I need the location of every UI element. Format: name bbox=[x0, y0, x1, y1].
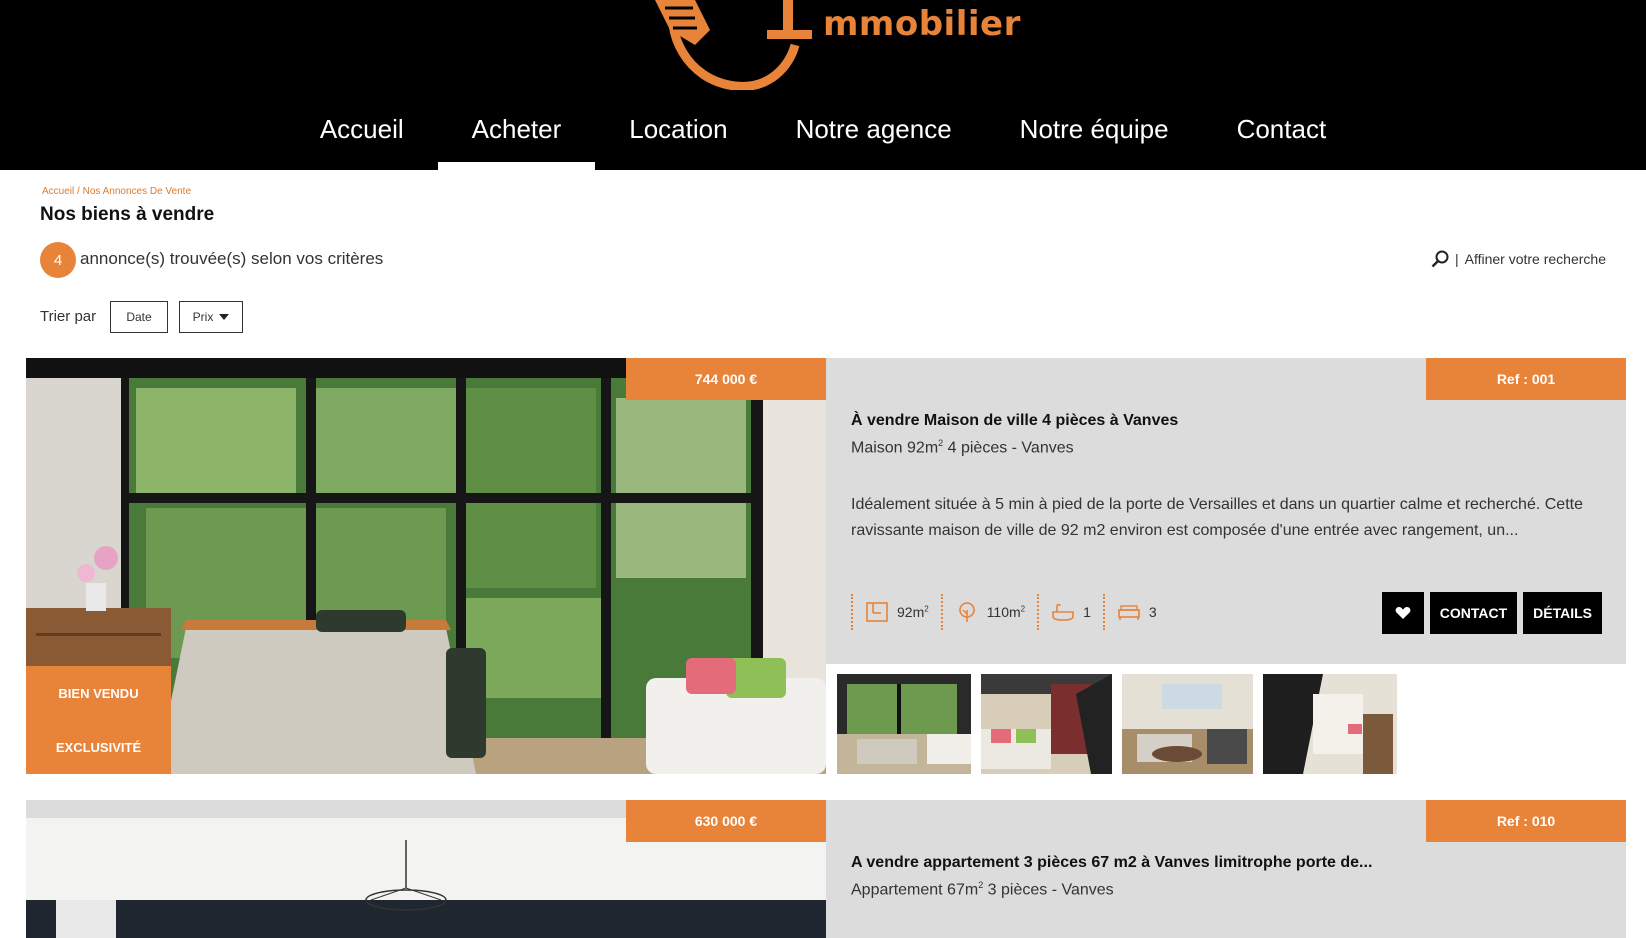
breadcrumb-home[interactable]: Accueil bbox=[42, 186, 74, 197]
refine-divider: | bbox=[1454, 251, 1459, 267]
listing-features: 92m2 110m2 1 3 bbox=[851, 594, 1169, 630]
refine-label: Affiner votre recherche bbox=[1464, 251, 1606, 267]
results-count-text: annonce(s) trouvée(s) selon vos critères bbox=[80, 249, 384, 268]
feature-bathrooms-value: 1 bbox=[1083, 604, 1091, 620]
search-icon bbox=[1431, 250, 1449, 268]
chevron-down-icon bbox=[219, 314, 230, 320]
thumbnail-image bbox=[981, 674, 1112, 774]
thumbnail-image bbox=[1263, 674, 1397, 774]
thumbnail-2[interactable] bbox=[981, 674, 1112, 774]
nav-item-contact[interactable]: Contact bbox=[1203, 100, 1361, 170]
sort-price-dropdown[interactable]: Prix bbox=[179, 301, 243, 333]
thumbnail-image bbox=[1122, 674, 1253, 774]
details-button[interactable]: DÉTAILS bbox=[1523, 592, 1602, 634]
listing-actions: CONTACT DÉTAILS bbox=[1381, 592, 1602, 634]
listing-card: 630 000 € Ref : 010 A vendre appartement… bbox=[26, 800, 1626, 938]
listing-subtitle-area: Maison 92m bbox=[851, 439, 939, 457]
bathtub-icon bbox=[1052, 603, 1074, 621]
logo-text: mmobilier bbox=[823, 4, 1021, 44]
listing-description: Idéalement située à 5 min à pied de la p… bbox=[851, 496, 1583, 539]
feature-surface: 92m2 bbox=[851, 594, 941, 630]
listing-subtitle-area: Appartement 67m bbox=[851, 881, 979, 899]
nav-item-accueil[interactable]: Accueil bbox=[286, 100, 438, 170]
thumbnail-image bbox=[837, 674, 971, 774]
thumbnail-4[interactable] bbox=[1263, 674, 1397, 774]
breadcrumb-current: Nos Annonces De Vente bbox=[82, 186, 192, 197]
feature-bathrooms: 1 bbox=[1037, 594, 1103, 630]
site-header: mmobilier Accueil Acheter Location Notre… bbox=[0, 0, 1646, 170]
listing-price-tag: 630 000 € bbox=[626, 800, 826, 842]
results-count-badge: 4 bbox=[40, 242, 76, 278]
nav-item-acheter[interactable]: Acheter bbox=[437, 100, 596, 170]
listing-price-tag: 744 000 € bbox=[626, 358, 826, 400]
listing-subtitle: Appartement 67m2 3 pièces - Vanves bbox=[851, 880, 1114, 899]
listing-info-panel: Ref : 010 A vendre appartement 3 pièces … bbox=[826, 800, 1626, 938]
bed-icon bbox=[1118, 605, 1140, 620]
favorite-button[interactable] bbox=[1381, 592, 1424, 634]
feature-land-text: 110m bbox=[986, 604, 1021, 620]
nav-item-notre-equipe[interactable]: Notre équipe bbox=[986, 100, 1203, 170]
breadcrumb-separator: / bbox=[77, 186, 80, 197]
exclusive-badge: EXCLUSIVITÉ bbox=[55, 740, 142, 755]
feature-land: 110m2 bbox=[940, 594, 1037, 630]
feature-surface-text: 92m bbox=[897, 604, 925, 620]
listing-title[interactable]: A vendre appartement 3 pièces 67 m2 à Va… bbox=[851, 854, 1372, 872]
agency-logo[interactable]: mmobilier bbox=[655, 0, 1020, 91]
feature-land-value: 110m2 bbox=[987, 604, 1025, 620]
listing-main-photo[interactable]: 630 000 € bbox=[26, 800, 826, 938]
heart-icon bbox=[1395, 607, 1411, 619]
sort-label: Trier par bbox=[40, 308, 97, 325]
listing-main-photo[interactable]: 744 000 € BIEN VENDU EXCLUSIVITÉ bbox=[26, 358, 826, 774]
refine-search-link[interactable]: | Affiner votre recherche bbox=[1431, 250, 1606, 268]
superscript-2: 2 bbox=[924, 604, 929, 614]
breadcrumb: Accueil / Nos Annonces De Vente bbox=[42, 186, 191, 197]
feature-bedrooms: 3 bbox=[1102, 594, 1169, 630]
listing-ref-tag: Ref : 001 bbox=[1426, 358, 1626, 400]
main-nav: Accueil Acheter Location Notre agence No… bbox=[0, 100, 1646, 170]
listing-subtitle-rest: 3 pièces - Vanves bbox=[983, 881, 1114, 899]
nav-item-location[interactable]: Location bbox=[595, 100, 761, 170]
floor-plan-icon bbox=[866, 602, 888, 622]
thumbnail-3[interactable] bbox=[1122, 674, 1253, 774]
page-title: Nos biens à vendre bbox=[40, 204, 215, 225]
listing-subtitle: Maison 92m2 4 pièces - Vanves bbox=[851, 438, 1074, 457]
superscript-2: 2 bbox=[1020, 604, 1026, 614]
listing-subtitle-rest: 4 pièces - Vanves bbox=[943, 439, 1074, 457]
nav-item-notre-agence[interactable]: Notre agence bbox=[762, 100, 986, 170]
listing-title[interactable]: À vendre Maison de ville 4 pièces à Vanv… bbox=[851, 412, 1178, 430]
listing-ref-tag: Ref : 010 bbox=[1426, 800, 1626, 842]
listing-status-badges: BIEN VENDU EXCLUSIVITÉ bbox=[26, 666, 171, 774]
feature-bedrooms-value: 3 bbox=[1148, 604, 1157, 620]
contact-button[interactable]: CONTACT bbox=[1429, 592, 1518, 634]
feature-surface-value: 92m2 bbox=[897, 604, 929, 620]
thumbnail-1[interactable] bbox=[837, 674, 971, 774]
sold-badge: BIEN VENDU bbox=[58, 686, 139, 701]
sort-date-button[interactable]: Date bbox=[110, 301, 168, 333]
listing-card: 744 000 € BIEN VENDU EXCLUSIVITÉ Ref : 0… bbox=[26, 358, 1626, 774]
tree-icon bbox=[958, 602, 975, 622]
sort-price-label: Prix bbox=[192, 310, 214, 324]
listing-info-panel: Ref : 001 À vendre Maison de ville 4 piè… bbox=[826, 358, 1626, 664]
listing-thumbnails bbox=[837, 674, 1397, 774]
sort-date-label: Date bbox=[126, 310, 152, 324]
